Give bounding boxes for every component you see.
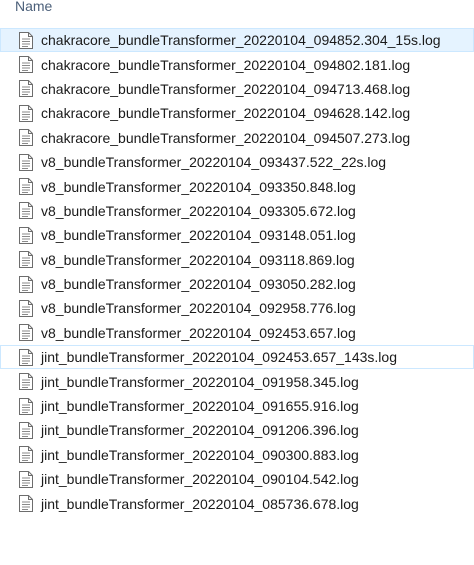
text-file-icon <box>19 153 33 171</box>
text-file-icon <box>19 421 33 439</box>
text-file-icon <box>19 104 33 122</box>
file-name-label: chakracore_bundleTransformer_20220104_09… <box>41 129 411 146</box>
file-list-item[interactable]: chakracore_bundleTransformer_20220104_09… <box>0 101 474 125</box>
file-list: chakracore_bundleTransformer_20220104_09… <box>0 28 474 516</box>
file-list-item[interactable]: jint_bundleTransformer_20220104_091958.3… <box>0 369 474 393</box>
file-list-item[interactable]: v8_bundleTransformer_20220104_093437.522… <box>0 150 474 174</box>
file-name-label: v8_bundleTransformer_20220104_093148.051… <box>41 227 356 244</box>
file-name-label: v8_bundleTransformer_20220104_092958.776… <box>41 300 356 317</box>
text-file-icon <box>19 31 33 49</box>
text-file-icon <box>19 397 33 415</box>
file-name-label: chakracore_bundleTransformer_20220104_09… <box>41 80 411 97</box>
file-list-item[interactable]: chakracore_bundleTransformer_20220104_09… <box>0 77 474 101</box>
text-file-icon <box>19 251 33 269</box>
file-name-label: v8_bundleTransformer_20220104_093350.848… <box>41 178 356 195</box>
file-name-label: chakracore_bundleTransformer_20220104_09… <box>41 105 411 122</box>
file-name-label: jint_bundleTransformer_20220104_091206.3… <box>41 422 359 439</box>
text-file-icon <box>19 129 33 147</box>
file-list-item[interactable]: jint_bundleTransformer_20220104_090104.5… <box>0 467 474 491</box>
text-file-icon <box>19 202 33 220</box>
file-list-item[interactable]: chakracore_bundleTransformer_20220104_09… <box>0 126 474 150</box>
file-name-label: chakracore_bundleTransformer_20220104_09… <box>41 32 441 49</box>
file-list-item[interactable]: jint_bundleTransformer_20220104_091206.3… <box>0 418 474 442</box>
text-file-icon <box>19 299 33 317</box>
text-file-icon <box>19 348 33 366</box>
file-name-label: jint_bundleTransformer_20220104_091958.3… <box>41 373 359 390</box>
text-file-icon <box>19 373 33 391</box>
file-name-label: v8_bundleTransformer_20220104_093050.282… <box>41 276 356 293</box>
column-header-bar: Name <box>0 0 474 18</box>
file-list-item[interactable]: jint_bundleTransformer_20220104_091655.9… <box>0 394 474 418</box>
file-list-item[interactable]: jint_bundleTransformer_20220104_090300.8… <box>0 443 474 467</box>
file-list-item[interactable]: v8_bundleTransformer_20220104_092958.776… <box>0 296 474 320</box>
text-file-icon <box>19 275 33 293</box>
file-list-item[interactable]: jint_bundleTransformer_20220104_092453.6… <box>0 345 474 370</box>
file-list-item[interactable]: v8_bundleTransformer_20220104_093148.051… <box>0 223 474 247</box>
text-file-icon <box>19 56 33 74</box>
file-name-label: v8_bundleTransformer_20220104_093305.672… <box>41 202 356 219</box>
file-name-label: jint_bundleTransformer_20220104_085736.6… <box>41 495 359 512</box>
file-list-item[interactable]: chakracore_bundleTransformer_20220104_09… <box>0 28 474 53</box>
text-file-icon <box>19 446 33 464</box>
file-name-label: v8_bundleTransformer_20220104_093437.522… <box>41 154 387 171</box>
file-list-item[interactable]: v8_bundleTransformer_20220104_093118.869… <box>0 248 474 272</box>
file-name-label: jint_bundleTransformer_20220104_090300.8… <box>41 446 359 463</box>
file-list-item[interactable]: v8_bundleTransformer_20220104_092453.657… <box>0 321 474 345</box>
file-list-item[interactable]: jint_bundleTransformer_20220104_085736.6… <box>0 491 474 515</box>
file-name-label: v8_bundleTransformer_20220104_093118.869… <box>41 251 355 268</box>
file-list-item[interactable]: v8_bundleTransformer_20220104_093350.848… <box>0 174 474 198</box>
text-file-icon <box>19 226 33 244</box>
file-list-item[interactable]: chakracore_bundleTransformer_20220104_09… <box>0 52 474 76</box>
file-name-label: jint_bundleTransformer_20220104_092453.6… <box>41 349 397 366</box>
text-file-icon <box>19 495 33 513</box>
text-file-icon <box>19 324 33 342</box>
file-name-label: v8_bundleTransformer_20220104_092453.657… <box>41 324 356 341</box>
file-name-label: chakracore_bundleTransformer_20220104_09… <box>41 56 411 73</box>
file-name-label: jint_bundleTransformer_20220104_091655.9… <box>41 398 359 415</box>
file-name-label: jint_bundleTransformer_20220104_090104.5… <box>41 471 359 488</box>
text-file-icon <box>19 178 33 196</box>
file-list-item[interactable]: v8_bundleTransformer_20220104_093050.282… <box>0 272 474 296</box>
text-file-icon <box>19 80 33 98</box>
text-file-icon <box>19 470 33 488</box>
name-column-header[interactable]: Name <box>15 0 52 14</box>
file-list-item[interactable]: v8_bundleTransformer_20220104_093305.672… <box>0 199 474 223</box>
